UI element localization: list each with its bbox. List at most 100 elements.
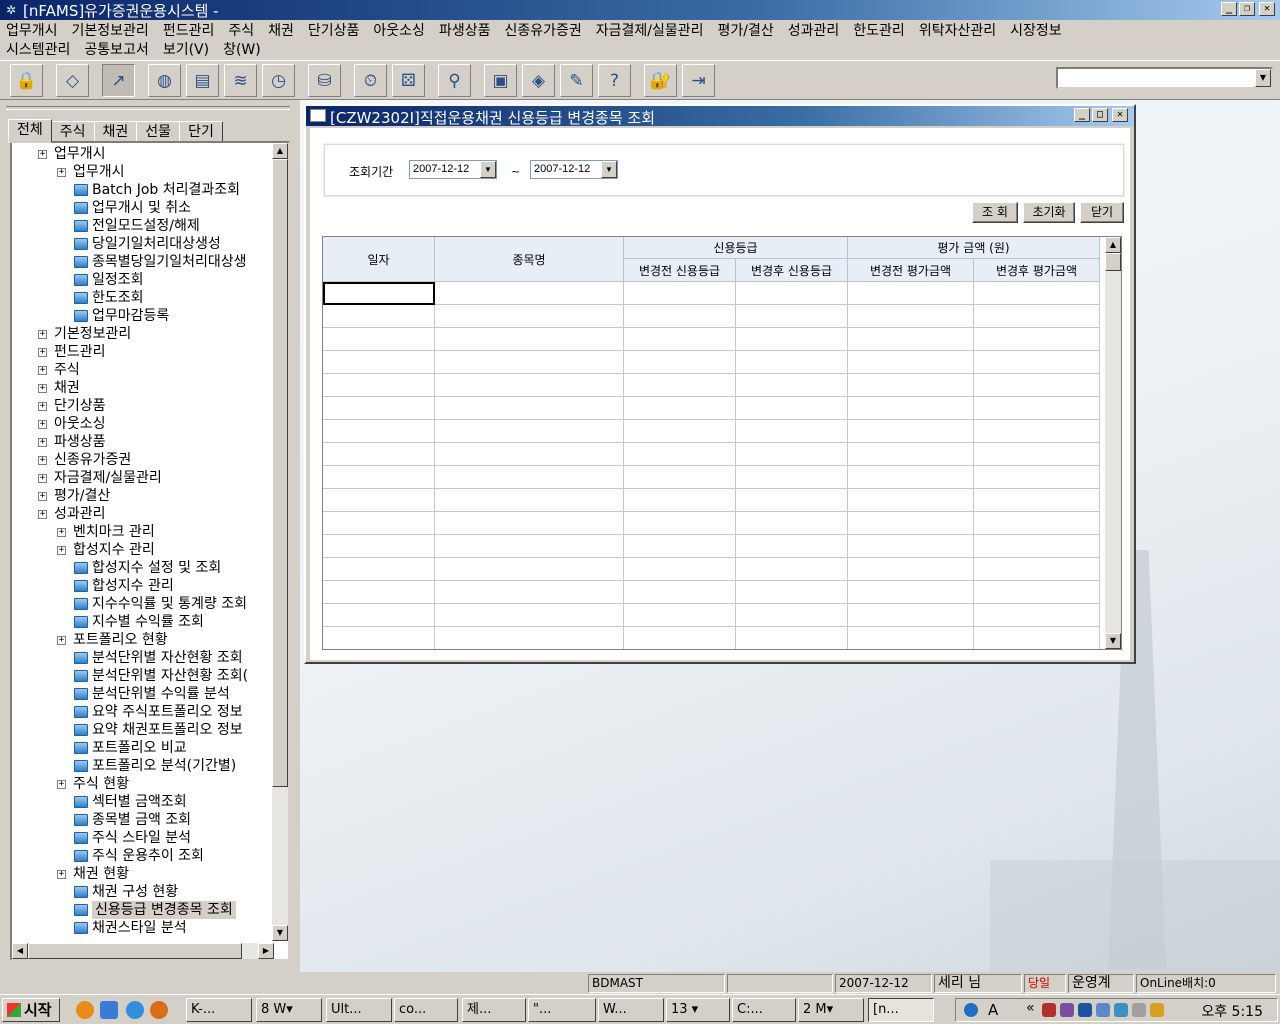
ie-icon[interactable] (126, 1001, 144, 1019)
table-cell[interactable] (624, 489, 736, 512)
document-clock-icon[interactable]: ◷ (262, 64, 295, 97)
expand-icon[interactable]: + (38, 510, 47, 519)
table-cell[interactable] (323, 627, 435, 649)
table-cell[interactable] (435, 627, 624, 649)
table-cell[interactable] (323, 351, 435, 374)
scroll-right-icon[interactable]: ▶ (258, 943, 274, 959)
table-cell[interactable] (435, 466, 624, 489)
table-cell[interactable] (974, 305, 1100, 328)
tree-item[interactable]: 합성지수 설정 및 조회 (12, 559, 270, 577)
table-cell[interactable] (435, 443, 624, 466)
stack-icon[interactable]: ≋ (224, 64, 257, 97)
tree-item[interactable]: + 신종유가증권 (12, 451, 270, 469)
taskbar-button[interactable]: 제... (462, 998, 526, 1022)
menu-item[interactable]: 채권 (268, 20, 294, 40)
expand-icon[interactable]: + (57, 870, 66, 879)
table-cell[interactable] (736, 351, 848, 374)
table-cell[interactable] (848, 604, 974, 627)
tree-item[interactable]: 업무개시 및 취소 (12, 199, 270, 217)
table-cell[interactable] (323, 512, 435, 535)
table-cell[interactable] (624, 535, 736, 558)
network-icon[interactable] (1060, 1003, 1074, 1017)
table-cell[interactable] (323, 443, 435, 466)
table-cell[interactable] (736, 535, 848, 558)
menu-item[interactable]: 시스템관리 (6, 39, 70, 59)
reset-button[interactable]: 초기화 (1023, 202, 1075, 223)
search-icon[interactable]: ⚲ (438, 64, 471, 97)
expand-icon[interactable]: + (38, 420, 47, 429)
table-cell[interactable] (848, 328, 974, 351)
table-cell[interactable] (323, 420, 435, 443)
table-cell[interactable] (323, 581, 435, 604)
table-cell[interactable] (323, 282, 435, 305)
taskbar-button[interactable]: 13 ▾ (666, 998, 730, 1022)
table-cell[interactable] (736, 604, 848, 627)
expand-icon[interactable]: + (57, 636, 66, 645)
table-row[interactable] (323, 604, 1100, 627)
table-row[interactable] (323, 627, 1100, 649)
table-cell[interactable] (435, 328, 624, 351)
table-cell[interactable] (974, 512, 1100, 535)
table-cell[interactable] (736, 581, 848, 604)
table-cell[interactable] (435, 604, 624, 627)
taskbar-button[interactable]: W... (598, 998, 664, 1022)
table-cell[interactable] (974, 443, 1100, 466)
table-cell[interactable] (624, 558, 736, 581)
expand-icon[interactable]: + (38, 330, 47, 339)
ime-indicator[interactable]: A (988, 1001, 998, 1019)
tree-item[interactable]: 지수별 수익률 조회 (12, 613, 270, 631)
table-cell[interactable] (435, 374, 624, 397)
taskbar-button[interactable]: [n... (868, 998, 934, 1022)
scroll-up-icon[interactable]: ▲ (1105, 237, 1121, 253)
expand-icon[interactable]: + (38, 438, 47, 447)
menu-item[interactable]: 아웃소싱 (373, 20, 425, 40)
tree-item[interactable]: 업무마감등록 (12, 307, 270, 325)
menu-item[interactable]: 시장정보 (1010, 20, 1062, 40)
table-cell[interactable] (848, 443, 974, 466)
header-value-before[interactable]: 변경전 평가금액 (848, 259, 974, 282)
toolbar-combo[interactable]: ▼ (1056, 67, 1273, 89)
tree-item[interactable]: 섹터별 금액조회 (12, 793, 270, 811)
scroll-down-icon[interactable]: ▼ (1105, 633, 1121, 649)
table-cell[interactable] (624, 443, 736, 466)
menu-item[interactable]: 성과관리 (788, 20, 840, 40)
menu-item[interactable]: 창(W) (223, 39, 261, 59)
tree-item[interactable]: 당일기일처리대상생성 (12, 235, 270, 253)
table-row[interactable] (323, 443, 1100, 466)
package-icon[interactable]: ◈ (522, 64, 555, 97)
tree-item[interactable]: + 자금결제/실물관리 (12, 469, 270, 487)
table-cell[interactable] (736, 328, 848, 351)
table-row[interactable] (323, 397, 1100, 420)
close-form-button[interactable]: 닫기 (1080, 202, 1124, 223)
table-cell[interactable] (624, 282, 736, 305)
table-cell[interactable] (848, 466, 974, 489)
table-cell[interactable] (848, 558, 974, 581)
expand-icon[interactable]: + (57, 168, 66, 177)
menu-item[interactable]: 기본정보관리 (72, 20, 149, 40)
table-cell[interactable] (974, 397, 1100, 420)
taskbar-button[interactable]: Ult... (326, 998, 392, 1022)
tree-item[interactable]: + 파생상품 (12, 433, 270, 451)
table-cell[interactable] (974, 466, 1100, 489)
expand-icon[interactable]: + (38, 366, 47, 375)
table-row[interactable] (323, 420, 1100, 443)
expand-icon[interactable]: + (38, 474, 47, 483)
monitor-icon[interactable] (1096, 1003, 1110, 1017)
taskbar-button[interactable]: co... (394, 998, 458, 1022)
table-cell[interactable] (974, 282, 1100, 305)
scroll-down-icon[interactable]: ▼ (272, 925, 288, 941)
table-cell[interactable] (435, 581, 624, 604)
tab-0[interactable]: 전체 (8, 119, 52, 143)
header-security-name[interactable]: 종목명 (435, 237, 624, 282)
child-title-bar[interactable]: [CZW2302I]직접운용채권 신용등급 변경종목 조회 _ □ ✕ (306, 106, 1134, 127)
table-cell[interactable] (624, 581, 736, 604)
table-cell[interactable] (435, 535, 624, 558)
tree-item[interactable]: + 벤치마크 관리 (12, 523, 270, 541)
desktop-icon[interactable] (100, 1001, 118, 1019)
h-scroll-thumb[interactable] (28, 943, 242, 959)
table-cell[interactable] (736, 512, 848, 535)
tab-3[interactable]: 선물 (136, 121, 181, 143)
table-cell[interactable] (435, 282, 624, 305)
table-cell[interactable] (736, 420, 848, 443)
tree-item[interactable]: + 업무개시 (12, 145, 270, 163)
